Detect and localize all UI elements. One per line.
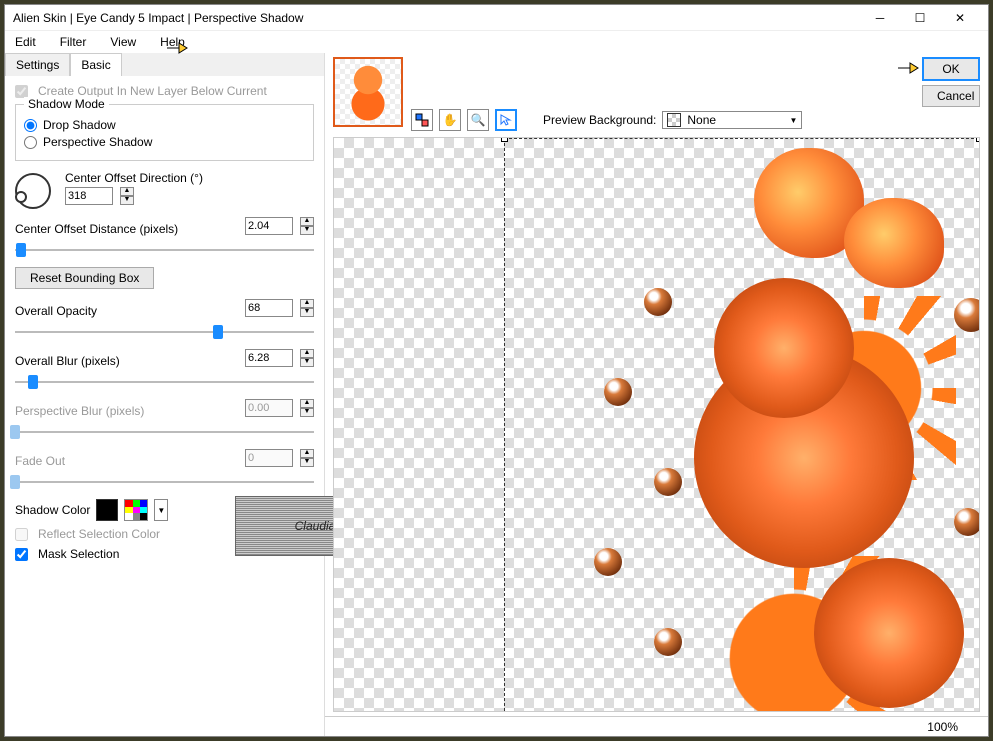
shadow-mode-legend: Shadow Mode [24, 97, 109, 111]
direction-dial[interactable] [15, 173, 51, 209]
drop-shadow-label: Drop Shadow [43, 118, 116, 132]
reflect-selection-checkbox [15, 528, 28, 541]
menu-edit[interactable]: Edit [9, 33, 42, 51]
overall-opacity-spinner[interactable]: ▲▼ [300, 299, 314, 317]
overall-opacity-input[interactable] [245, 299, 293, 317]
panel-body: Create Output In New Layer Below Current… [5, 76, 324, 575]
perspective-blur-label: Perspective Blur (pixels) [15, 404, 144, 418]
hand-tool-icon[interactable]: ✋ [439, 109, 461, 131]
center-offset-dist-spinner[interactable]: ▲▼ [300, 217, 314, 235]
preview-area: OK Cancel ✋ 🔍 Preview Background: None ▼ [325, 53, 988, 736]
center-offset-dir-spinner[interactable]: ▲▼ [120, 187, 134, 205]
transparency-icon [667, 113, 681, 127]
cancel-button[interactable]: Cancel [922, 85, 980, 107]
pointer-annotation-icon [165, 39, 189, 57]
overall-opacity-slider[interactable] [15, 325, 314, 339]
dialog-buttons: OK Cancel [922, 57, 980, 107]
reset-bounding-box-button[interactable]: Reset Bounding Box [15, 267, 154, 289]
overall-blur-input[interactable] [245, 349, 293, 367]
perspective-shadow-label: Perspective Shadow [43, 135, 152, 149]
zoom-tool-icon[interactable]: 🔍 [467, 109, 489, 131]
menu-filter[interactable]: Filter [54, 33, 93, 51]
fade-out-slider [15, 475, 314, 489]
maximize-button[interactable]: ☐ [900, 6, 940, 30]
mask-selection-label: Mask Selection [38, 547, 119, 561]
thumbnail-preview[interactable] [333, 57, 403, 127]
mask-selection-checkbox[interactable] [15, 548, 28, 561]
drop-shadow-radio[interactable] [24, 119, 37, 132]
ok-button[interactable]: OK [922, 57, 980, 81]
menu-view[interactable]: View [104, 33, 142, 51]
minimize-button[interactable]: ─ [860, 6, 900, 30]
create-output-checkbox[interactable] [15, 85, 28, 98]
tab-basic[interactable]: Basic [70, 53, 121, 76]
center-offset-dist-label: Center Offset Distance (pixels) [15, 222, 178, 236]
preview-background-select[interactable]: None ▼ [662, 111, 802, 129]
overall-blur-spinner[interactable]: ▲▼ [300, 349, 314, 367]
zoom-level: 100% [927, 720, 958, 734]
titlebar: Alien Skin | Eye Candy 5 Impact | Perspe… [5, 5, 988, 31]
tab-settings[interactable]: Settings [5, 53, 70, 76]
center-offset-dir-label: Center Offset Direction (°) [65, 171, 203, 185]
preview-canvas[interactable] [333, 137, 980, 712]
shadow-mode-fieldset: Shadow Mode Drop Shadow Perspective Shad… [15, 104, 314, 161]
window-title: Alien Skin | Eye Candy 5 Impact | Perspe… [13, 11, 860, 25]
plugin-window: Alien Skin | Eye Candy 5 Impact | Perspe… [4, 4, 989, 737]
shadow-color-swatch[interactable] [96, 499, 118, 521]
create-output-label: Create Output In New Layer Below Current [38, 84, 267, 98]
toggle-preview-icon[interactable] [411, 109, 433, 131]
menubar: Edit Filter View Help [5, 31, 988, 53]
overall-blur-slider[interactable] [15, 375, 314, 389]
pointer-tool-icon[interactable] [495, 109, 517, 131]
preview-background-label: Preview Background: [543, 113, 656, 127]
perspective-blur-slider [15, 425, 314, 439]
perspective-shadow-radio[interactable] [24, 136, 37, 149]
overall-blur-label: Overall Blur (pixels) [15, 354, 120, 368]
reflect-selection-label: Reflect Selection Color [38, 527, 160, 541]
preview-image [584, 138, 979, 711]
overall-opacity-label: Overall Opacity [15, 304, 97, 318]
perspective-blur-input [245, 399, 293, 417]
center-offset-dist-input[interactable] [245, 217, 293, 235]
perspective-blur-spinner: ▲▼ [300, 399, 314, 417]
color-dropdown-button[interactable]: ▼ [154, 499, 168, 521]
selection-handle[interactable] [501, 137, 508, 142]
fade-out-label: Fade Out [15, 454, 65, 468]
pointer-annotation-icon [896, 59, 920, 77]
center-offset-dist-slider[interactable] [15, 243, 314, 257]
close-button[interactable]: ✕ [940, 6, 980, 30]
settings-panel: Settings Basic Create Output In New Laye… [5, 53, 325, 736]
fade-out-input [245, 449, 293, 467]
color-picker-button[interactable] [124, 499, 148, 521]
content: Settings Basic Create Output In New Laye… [5, 53, 988, 736]
fade-out-spinner: ▲▼ [300, 449, 314, 467]
shadow-color-label: Shadow Color [15, 503, 90, 517]
center-offset-dir-input[interactable] [65, 187, 113, 205]
preview-background-value: None [687, 113, 716, 127]
statusbar: 100% [325, 716, 988, 736]
